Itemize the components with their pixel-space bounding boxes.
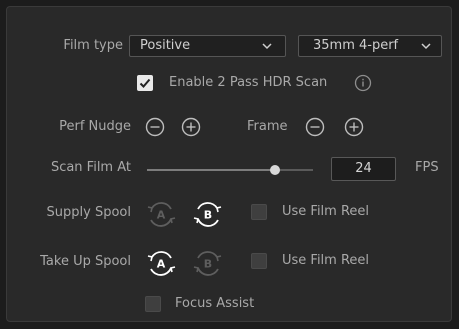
chevron-down-icon — [421, 43, 431, 50]
hdr-scan-checkbox[interactable] — [137, 75, 153, 91]
svg-text:B: B — [204, 209, 212, 222]
scan-film-label: Scan Film At — [50, 160, 131, 175]
plus-circle-icon[interactable] — [181, 117, 201, 137]
spool-b-icon[interactable]: B — [191, 200, 225, 228]
plus-circle-icon[interactable] — [344, 117, 364, 137]
spool-a-icon[interactable]: A — [144, 249, 178, 277]
film-format-dropdown[interactable]: 35mm 4-perf — [298, 35, 442, 57]
supply-use-film-reel-label: Use Film Reel — [282, 204, 370, 219]
fps-slider-fill — [147, 169, 275, 171]
hdr-scan-label: Enable 2 Pass HDR Scan — [169, 75, 328, 90]
take-up-use-film-reel-checkbox[interactable] — [251, 253, 267, 269]
film-scan-settings-panel: Film type Positive 35mm 4-perf Enable 2 … — [6, 6, 452, 322]
checkmark-icon — [139, 78, 151, 88]
fps-slider-knob[interactable] — [269, 165, 280, 175]
spool-b-icon[interactable]: B — [191, 249, 225, 277]
film-type-dropdown[interactable]: Positive — [129, 35, 286, 57]
take-up-use-film-reel-label: Use Film Reel — [282, 253, 370, 268]
film-type-value: Positive — [140, 38, 191, 53]
take-up-spool-label: Take Up Spool — [40, 254, 131, 269]
info-icon[interactable] — [354, 74, 372, 92]
perf-nudge-label: Perf Nudge — [59, 119, 131, 134]
fps-input[interactable]: 24 — [331, 157, 396, 181]
frame-label: Frame — [247, 119, 288, 134]
minus-circle-icon[interactable] — [305, 117, 325, 137]
chevron-down-icon — [262, 43, 272, 50]
fps-unit-label: FPS — [415, 160, 439, 175]
supply-use-film-reel-checkbox[interactable] — [251, 204, 267, 220]
supply-spool-label: Supply Spool — [46, 205, 131, 220]
film-type-label: Film type — [63, 38, 123, 53]
focus-assist-checkbox[interactable] — [145, 296, 161, 312]
svg-text:B: B — [204, 258, 212, 271]
svg-text:A: A — [157, 209, 166, 222]
focus-assist-label: Focus Assist — [175, 296, 255, 311]
minus-circle-icon[interactable] — [145, 117, 165, 137]
svg-text:A: A — [157, 258, 166, 271]
film-format-value: 35mm 4-perf — [313, 38, 399, 53]
spool-a-icon[interactable]: A — [144, 200, 178, 228]
